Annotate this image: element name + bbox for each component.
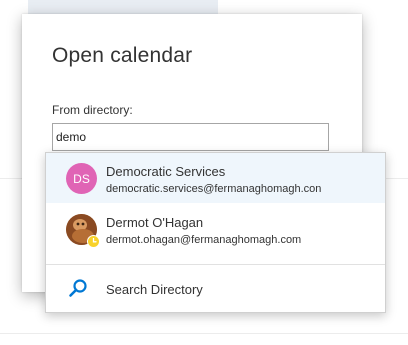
away-clock-icon [87, 235, 100, 248]
search-directory-label: Search Directory [106, 282, 203, 297]
suggestions-dropdown: DS Democratic Services democratic.servic… [45, 152, 386, 313]
search-icon [69, 279, 87, 297]
suggestion-item-dermot-ohagan[interactable]: Dermot O'Hagan dermot.ohagan@fermanaghom… [46, 204, 385, 254]
profile-photo-icon [66, 214, 100, 248]
background-divider [0, 333, 408, 334]
avatar-initials: DS [73, 171, 90, 186]
suggestion-name: Democratic Services [106, 164, 226, 179]
dialog-title: Open calendar [52, 44, 193, 67]
from-directory-label: From directory: [52, 103, 133, 117]
avatar: DS [66, 163, 97, 194]
background-tab-strip [28, 0, 218, 14]
suggestion-name: Dermot O'Hagan [106, 215, 204, 230]
directory-search-input[interactable] [52, 123, 329, 151]
suggestion-email: dermot.ohagan@fermanaghomagh.com [106, 234, 302, 246]
search-directory-button[interactable]: Search Directory [46, 265, 385, 313]
suggestion-item-democratic-services[interactable]: DS Democratic Services democratic.servic… [46, 153, 385, 203]
suggestion-email: democratic.services@fermanaghomagh.con [106, 183, 322, 195]
